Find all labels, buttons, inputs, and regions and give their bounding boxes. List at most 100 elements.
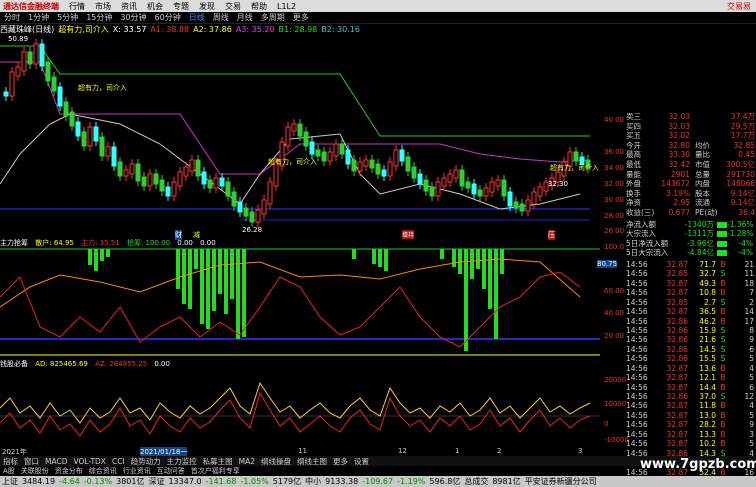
- tab-indicator[interactable]: 指标: [0, 456, 21, 466]
- price-axis-34: 34.00: [604, 164, 625, 172]
- candle-body: [201, 171, 207, 185]
- candle-body: [129, 163, 135, 175]
- menu-item-market[interactable]: 行情: [64, 1, 90, 12]
- indicator1-bar: [194, 249, 198, 269]
- info-tab-qa[interactable]: 互动问答: [154, 466, 188, 476]
- candle-body: [411, 166, 417, 179]
- tick-time: 14:56: [626, 392, 648, 402]
- stock-name: 西藏珠峰(日线): [0, 24, 55, 34]
- tick-direction: S: [720, 354, 726, 364]
- tab-monitor[interactable]: 主力监控: [164, 456, 200, 466]
- flow-label: 5日大宗流入: [626, 248, 669, 258]
- candle-body: [531, 191, 537, 205]
- price-axis-36: 36.00: [604, 148, 625, 156]
- index-sz-amount: 5179亿: [272, 477, 302, 486]
- candle-body: [225, 181, 231, 197]
- candle-body: [525, 199, 531, 212]
- period-tab-fenshi[interactable]: 分时: [0, 12, 24, 23]
- quote-value2: 17.7万: [730, 131, 755, 141]
- tab-cci[interactable]: CCI: [109, 457, 128, 466]
- index-sh-name[interactable]: 上证: [0, 476, 20, 487]
- period-tab-day[interactable]: 日线: [185, 12, 209, 23]
- tab-ma2[interactable]: MA2: [236, 457, 258, 466]
- info-tab-fund[interactable]: 资金分布: [52, 466, 86, 476]
- indicator1-bar: [440, 249, 444, 259]
- indicator2-panel[interactable]: 20000 10000 0 -10000: [0, 368, 629, 446]
- tick-time: 14:56: [626, 335, 648, 345]
- info-tab-welfare[interactable]: 首次户福利专享: [188, 466, 243, 476]
- quote-value2: 37.4万: [730, 112, 755, 121]
- period-tab-multi[interactable]: 多周期: [257, 12, 289, 23]
- tab-settings[interactable]: 设置: [351, 456, 372, 466]
- menu-item-trade[interactable]: 交易: [220, 1, 246, 12]
- xaxis-label-7: 3: [578, 447, 583, 455]
- period-tab-60min[interactable]: 60分钟: [151, 12, 185, 23]
- info-tab-ashare[interactable]: A股: [0, 466, 18, 476]
- menu-item-discover[interactable]: 发现: [194, 1, 220, 12]
- index-zx-name[interactable]: 中小: [303, 476, 323, 487]
- indicator1-panel[interactable]: 100.0 80.75 60.00 40.00 20.00: [0, 243, 624, 357]
- indicator1-v2: 主力: 35.51: [81, 239, 120, 247]
- index-sz-name[interactable]: 深证: [146, 476, 166, 487]
- flow-bar: [717, 231, 727, 238]
- menu-item-l1l2[interactable]: L1L2: [272, 2, 301, 11]
- tick-price: 32.86: [666, 316, 688, 326]
- quote-label: 买四: [626, 121, 641, 131]
- ind1-axis-100: 100.0: [604, 243, 625, 251]
- menu-item-help[interactable]: 帮助: [246, 1, 272, 12]
- tick-volume: 15.9: [699, 325, 716, 335]
- info-tab-industry[interactable]: 行业资讯: [120, 466, 154, 476]
- tab-vol[interactable]: VOL-TDX: [70, 457, 108, 466]
- tick-direction: B: [720, 439, 726, 449]
- candle-body: [351, 159, 357, 172]
- period-tab-1min[interactable]: 1分钟: [24, 12, 53, 23]
- tick-row: 14:56 32.87 13.3 B 3: [626, 430, 756, 439]
- tab-private[interactable]: 私募主图: [200, 456, 236, 466]
- annot-power-3: 超有力，司介入: [550, 163, 599, 172]
- tick-volume: 14.5: [699, 344, 716, 354]
- period-tab-15min[interactable]: 15分钟: [82, 12, 116, 23]
- menu-item-market2[interactable]: 市场: [90, 1, 116, 12]
- quote-label: 最低: [626, 159, 641, 169]
- quote-value2: 0.45: [738, 150, 755, 160]
- menu-item-topic[interactable]: 专题: [168, 1, 194, 12]
- tick-price: 32.87: [666, 382, 688, 392]
- chart-legend-1: 超有力,司介入: [58, 24, 109, 34]
- candle-body: [357, 161, 363, 172]
- tab-window[interactable]: 窗口: [21, 456, 42, 466]
- candle-body: [387, 161, 393, 177]
- info-tab-news[interactable]: 综合资讯: [86, 466, 120, 476]
- period-tab-month[interactable]: 月线: [233, 12, 257, 23]
- candle-body: [309, 141, 315, 155]
- menu-item-news[interactable]: 资讯: [116, 1, 142, 12]
- chart-header: 西藏珠峰(日线) 超有力,司介入 X: 33.57 A1: 38.88 A2: …: [0, 24, 600, 34]
- tab-macd[interactable]: MACD: [42, 457, 70, 466]
- candle-body: [477, 189, 483, 197]
- tab-more[interactable]: 更多: [330, 456, 351, 466]
- quote-label: 换手: [626, 188, 641, 198]
- period-tab-30min[interactable]: 30分钟: [116, 12, 150, 23]
- tab-gangxian[interactable]: 纲线操盘: [258, 456, 294, 466]
- period-tab-week[interactable]: 周线: [209, 12, 233, 23]
- index-sh-change: -4.64: [59, 477, 80, 486]
- tick-volume: 14.4: [699, 382, 716, 392]
- tick-time: 14:56: [626, 429, 648, 439]
- indicator1-bar: [230, 249, 234, 299]
- menu-item-chance[interactable]: 机会: [142, 1, 168, 12]
- period-bar: 分时 1分钟 5分钟 15分钟 30分钟 60分钟 日线 周线 月线 多周期 更…: [0, 12, 756, 24]
- tick-count: 9: [749, 420, 754, 430]
- info-tab-related[interactable]: 关联股份: [18, 466, 52, 476]
- index-zx-amount: 596.8亿: [429, 477, 461, 486]
- flow-value: -3.96亿: [687, 238, 714, 248]
- tick-time: 14:56: [626, 410, 648, 420]
- period-tab-5min[interactable]: 5分钟: [53, 12, 82, 23]
- tab-gangxian-main[interactable]: 纲线主图: [294, 456, 330, 466]
- tab-trend[interactable]: 趋势动力: [128, 456, 164, 466]
- candle-body: [327, 151, 333, 162]
- period-tab-more[interactable]: 更多: [289, 12, 313, 23]
- quote-row: 外盘 143672 内盘 148066: [626, 179, 756, 189]
- trade-button[interactable]: 交易易: [722, 1, 756, 12]
- candlestick-panel[interactable]: 50.89 超有力，司介入 超有力，司介入 超有力，司介入 26.28 32.3…: [0, 34, 624, 235]
- indicator1-bar: [476, 249, 480, 269]
- candle-body: [537, 186, 543, 197]
